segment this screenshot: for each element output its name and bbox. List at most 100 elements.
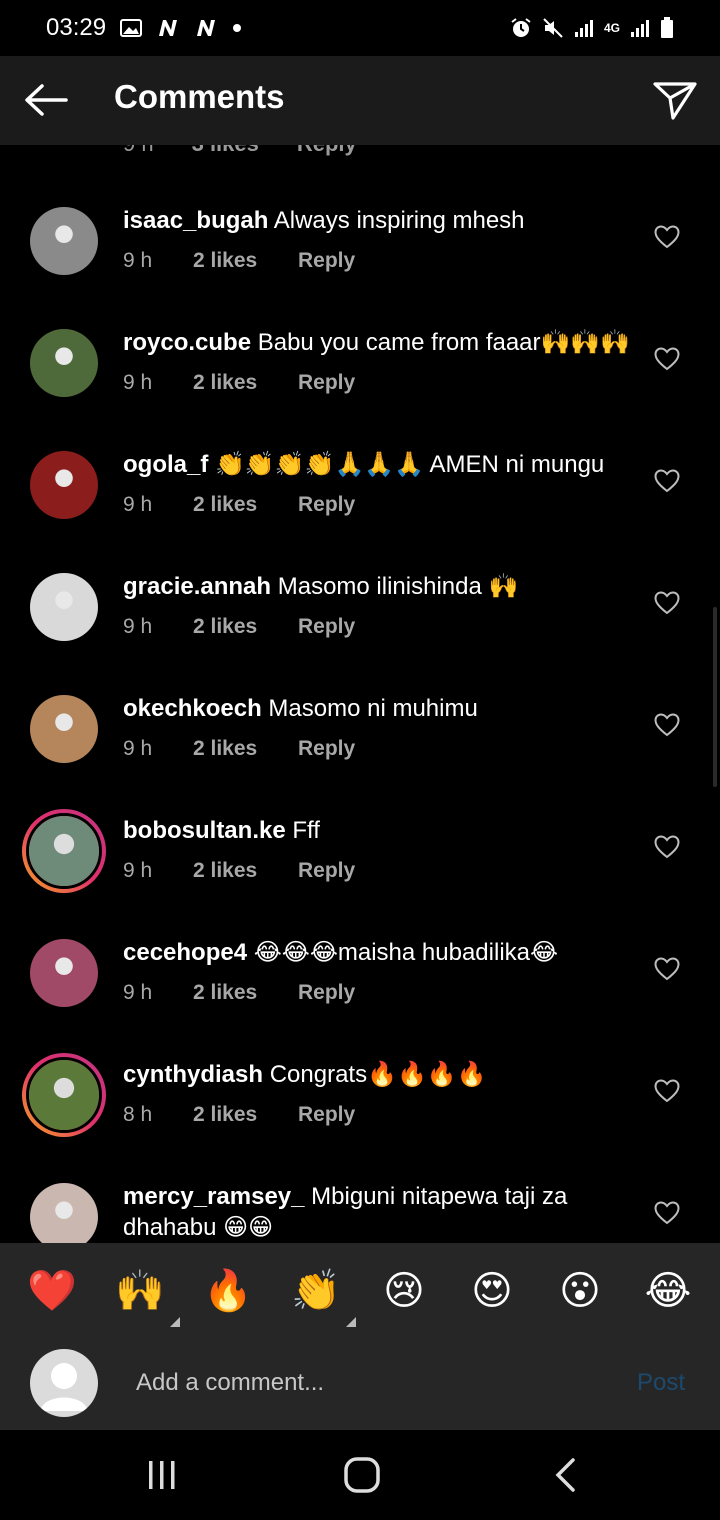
comment-time: 9 h <box>123 249 153 272</box>
back-button[interactable] <box>20 74 72 126</box>
comment-likes[interactable]: 2 likes <box>193 615 298 639</box>
comment-meta: 9 h 2 likes Reply <box>123 493 355 517</box>
reply-button[interactable]: Reply <box>298 981 355 1005</box>
reply-button[interactable]: Reply <box>298 615 355 639</box>
reply-button[interactable]: Reply <box>298 1103 355 1127</box>
comment-body: okechkoech Masomo ni muhimu <box>123 693 633 724</box>
post-button[interactable]: Post <box>637 1369 685 1397</box>
comment-body: royco.cube Babu you came from faaar🙌🙌🙌 <box>123 327 633 358</box>
avatar[interactable] <box>30 1183 98 1243</box>
comment-meta: 9 h 2 likes Reply <box>123 859 355 883</box>
like-button[interactable] <box>654 591 680 615</box>
comment-username[interactable]: mercy_ramsey_ <box>123 1183 305 1210</box>
avatar[interactable] <box>30 329 98 397</box>
comment-row[interactable]: ogola_f 👏👏👏👏🙏🙏🙏 AMEN ni mungu 9 h 2 likes R… <box>0 451 720 573</box>
comment-likes[interactable]: 2 likes <box>193 249 298 273</box>
like-button[interactable] <box>654 835 680 859</box>
like-button[interactable] <box>654 347 680 371</box>
comment-username[interactable]: okechkoech <box>123 695 262 722</box>
comment-likes[interactable]: 2 likes <box>193 1103 298 1127</box>
reaction-crying[interactable]: 😢 <box>374 1261 434 1321</box>
comment-likes[interactable]: 3 likes <box>192 145 259 157</box>
avatar[interactable] <box>30 939 98 1007</box>
laughing-emoji: 😂 <box>644 1269 692 1313</box>
comment-row[interactable]: mercy_ramsey_ Mbiguni nitapewa taji za d… <box>0 1183 720 1243</box>
scroll-indicator[interactable] <box>713 607 717 787</box>
avatar[interactable] <box>30 695 98 763</box>
recent-apps-button[interactable] <box>137 1452 187 1498</box>
like-button[interactable] <box>654 713 680 737</box>
home-button[interactable] <box>337 1452 387 1498</box>
reply-button[interactable]: Reply <box>297 145 357 157</box>
reaction-clap[interactable]: 👏 <box>286 1261 356 1327</box>
avatar[interactable] <box>22 1053 106 1137</box>
comment-meta: 9 h 2 likes Reply <box>123 249 355 273</box>
heart-emoji: ❤️ <box>27 1269 77 1313</box>
comment-username[interactable]: bobosultan.ke <box>123 817 286 844</box>
heart-outline-icon <box>654 1079 680 1103</box>
reaction-raised-hands[interactable]: 🙌 <box>110 1261 180 1327</box>
avatar[interactable] <box>22 809 106 893</box>
avatar-image <box>30 329 98 397</box>
avatar[interactable] <box>30 573 98 641</box>
comment-username[interactable]: royco.cube <box>123 329 251 356</box>
avatar[interactable] <box>30 207 98 275</box>
comment-text: Babu you came from faaar🙌🙌🙌 <box>251 329 631 356</box>
comment-meta: 9 h 2 likes Reply <box>123 737 355 761</box>
like-button[interactable] <box>654 957 680 981</box>
avatar-image <box>26 1057 102 1133</box>
reaction-surprised[interactable]: 😮 <box>550 1261 610 1321</box>
reaction-heart[interactable]: ❤️ <box>22 1261 82 1321</box>
comment-row[interactable]: gracie.annah Masomo ilinishinda 🙌 9 h 2 li… <box>0 573 720 695</box>
reply-button[interactable]: Reply <box>298 859 355 883</box>
comment-meta: 9 h 2 likes Reply <box>123 615 355 639</box>
comment-input-bar: Post <box>0 1339 720 1430</box>
comment-body: cynthydiash Congrats🔥🔥🔥🔥 <box>123 1059 633 1090</box>
surprised-emoji: 😮 <box>559 1269 601 1313</box>
comments-list[interactable]: 9 h 3 likes Reply isaac_bugah Always ins… <box>0 145 720 1243</box>
like-button[interactable] <box>654 469 680 493</box>
comment-row[interactable]: isaac_bugah Always inspiring mhesh 9 h 2 l… <box>0 207 720 329</box>
comment-row[interactable]: cecehope4 😂😂😂maisha hubadilika😂 9 h 2 like… <box>0 939 720 1061</box>
comment-likes[interactable]: 2 likes <box>193 981 298 1005</box>
comment-time: 9 h <box>123 859 153 882</box>
comment-row[interactable]: bobosultan.ke Fff 9 h 2 likes Reply <box>0 809 720 939</box>
comment-username[interactable]: cecehope4 <box>123 939 247 966</box>
comment-body: mercy_ramsey_ Mbiguni nitapewa taji za d… <box>123 1181 633 1243</box>
reply-button[interactable]: Reply <box>298 249 355 273</box>
comment-likes[interactable]: 2 likes <box>193 493 298 517</box>
comment-username[interactable]: cynthydiash <box>123 1061 263 1088</box>
dot-icon <box>232 23 242 33</box>
avatar <box>30 1349 98 1417</box>
like-button[interactable] <box>654 225 680 249</box>
comment-input[interactable] <box>136 1359 616 1407</box>
comment-row[interactable]: okechkoech Masomo ni muhimu 9 h 2 likes Rep… <box>0 695 720 817</box>
paper-plane-icon <box>653 82 697 120</box>
comment-likes[interactable]: 2 likes <box>193 737 298 761</box>
comment-username[interactable]: isaac_bugah <box>123 207 268 234</box>
like-button[interactable] <box>654 1201 680 1225</box>
reaction-heart-eyes[interactable]: 😍 <box>462 1261 522 1321</box>
status-left: 03:29 <box>46 14 242 42</box>
heart-outline-icon <box>654 225 680 249</box>
reply-button[interactable]: Reply <box>298 371 355 395</box>
comment-likes[interactable]: 2 likes <box>193 859 298 883</box>
reaction-laughing[interactable]: 😂 <box>638 1261 698 1321</box>
comment-username[interactable]: gracie.annah <box>123 573 271 600</box>
variant-indicator <box>170 1317 180 1327</box>
comment-row[interactable]: cynthydiash Congrats🔥🔥🔥🔥 8 h 2 likes Reply <box>0 1053 720 1183</box>
signal-icon <box>574 18 594 38</box>
share-button[interactable] <box>650 76 700 126</box>
comment-username[interactable]: ogola_f <box>123 451 208 478</box>
comment-likes[interactable]: 2 likes <box>193 371 298 395</box>
avatar[interactable] <box>30 451 98 519</box>
like-button[interactable] <box>654 1079 680 1103</box>
heart-outline-icon <box>654 1201 680 1225</box>
comment-row[interactable]: royco.cube Babu you came from faaar🙌🙌🙌 9 … <box>0 329 720 451</box>
reply-button[interactable]: Reply <box>298 493 355 517</box>
status-time: 03:29 <box>46 14 107 41</box>
reply-button[interactable]: Reply <box>298 737 355 761</box>
comment-time: 9 h <box>123 371 153 394</box>
back-nav-button[interactable] <box>540 1452 590 1498</box>
reaction-fire[interactable]: 🔥 <box>198 1261 258 1321</box>
